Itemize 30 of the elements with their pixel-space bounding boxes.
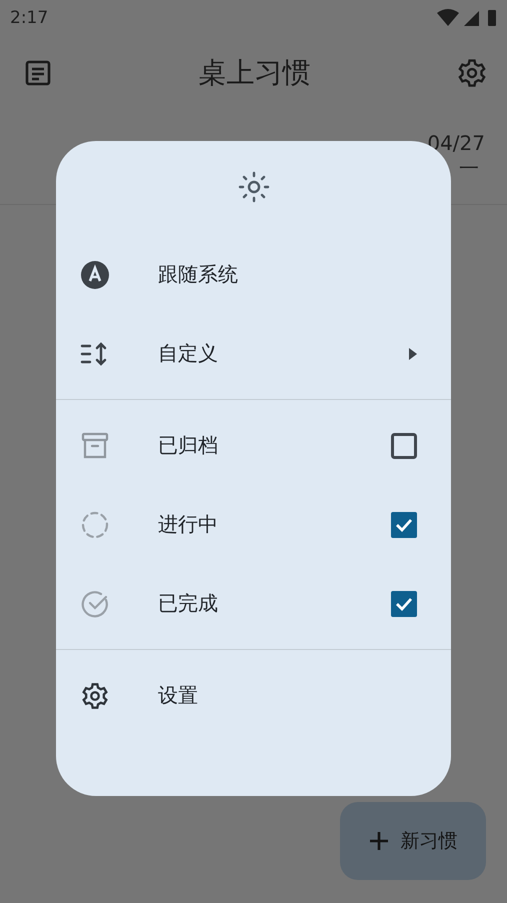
dashed-circle-icon bbox=[81, 510, 109, 538]
auto-mode-icon bbox=[81, 260, 109, 288]
menu-item-label: 已完成 bbox=[158, 590, 219, 617]
menu-item-label: 跟随系统 bbox=[158, 261, 239, 288]
brightness-icon bbox=[238, 171, 270, 203]
submenu-arrow-icon bbox=[409, 348, 417, 360]
menu-item-label: 自定义 bbox=[158, 340, 219, 367]
archive-icon bbox=[81, 432, 109, 460]
menu-item[interactable]: 进行中 bbox=[56, 485, 451, 564]
status-time: 2:17 bbox=[10, 8, 48, 28]
checkbox[interactable] bbox=[391, 512, 417, 538]
app-title: 桌上习惯 bbox=[198, 55, 310, 91]
menu-item[interactable]: 已归档 bbox=[56, 406, 451, 485]
plus-icon bbox=[368, 831, 388, 851]
date-label: 04/27 bbox=[427, 131, 485, 155]
status-icons bbox=[437, 8, 497, 28]
menu-item-label: 进行中 bbox=[158, 511, 219, 538]
settings-icon bbox=[81, 682, 109, 710]
menu-item[interactable]: 跟随系统 bbox=[56, 235, 451, 314]
menu-item[interactable]: 设置 bbox=[56, 656, 451, 735]
menu-item-label: 已归档 bbox=[158, 432, 219, 459]
settings-icon[interactable] bbox=[457, 58, 487, 88]
menu-item[interactable]: 自定义 bbox=[56, 314, 451, 393]
notes-icon[interactable] bbox=[24, 59, 52, 87]
checkbox[interactable] bbox=[391, 590, 417, 616]
menu-item-label: 设置 bbox=[158, 682, 199, 709]
check-circle-icon bbox=[81, 590, 109, 618]
menu-item[interactable]: 已完成 bbox=[56, 564, 451, 643]
weekday-label: 一 bbox=[459, 155, 479, 182]
checkbox[interactable] bbox=[391, 432, 417, 458]
